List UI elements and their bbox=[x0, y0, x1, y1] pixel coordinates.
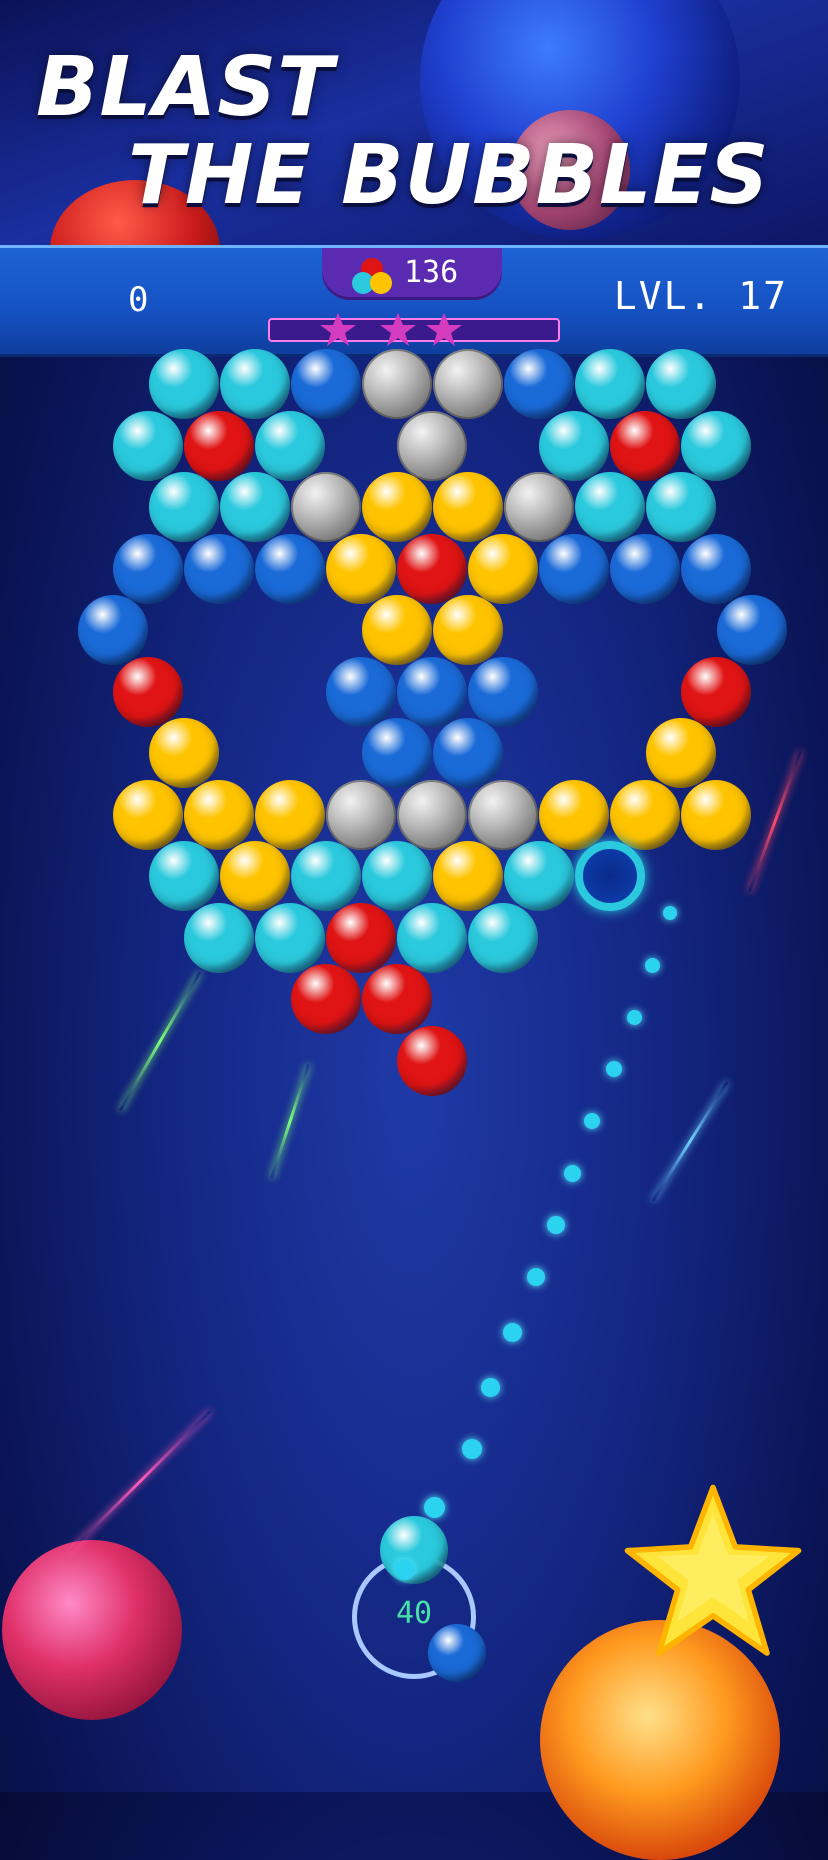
aim-dot bbox=[584, 1113, 600, 1129]
stone-bubble bbox=[468, 779, 538, 850]
yellow-bubble bbox=[468, 533, 538, 604]
blue-bubble bbox=[504, 349, 574, 419]
blue-bubble bbox=[326, 656, 396, 727]
yellow-bubble bbox=[149, 718, 219, 788]
aim-dot bbox=[547, 1216, 565, 1234]
yellow-bubble bbox=[362, 595, 432, 665]
aim-dot bbox=[502, 1322, 522, 1342]
cyan-bubble bbox=[149, 349, 219, 419]
stone-bubble bbox=[326, 779, 396, 850]
aim-dot bbox=[663, 906, 677, 920]
red-bubble bbox=[113, 656, 183, 727]
tricolor-balls-icon bbox=[352, 258, 392, 294]
aim-dot bbox=[644, 957, 660, 973]
cyan-bubble bbox=[113, 410, 183, 481]
yellow-bubble bbox=[113, 779, 183, 850]
blue-bubble bbox=[291, 349, 361, 419]
shots-left-count: 40 bbox=[395, 1596, 433, 1631]
game-hud: 0 136 LVL. 17 bbox=[0, 245, 828, 357]
yellow-bubble bbox=[433, 841, 503, 911]
cyan-bubble bbox=[681, 410, 751, 481]
headline-line-1: BLAST bbox=[36, 40, 335, 135]
aim-dot bbox=[462, 1439, 482, 1459]
blue-bubble bbox=[681, 533, 751, 604]
moves-count: 136 bbox=[404, 255, 459, 290]
stone-bubble bbox=[504, 472, 574, 542]
red-bubble bbox=[291, 964, 361, 1034]
red-bubble bbox=[326, 902, 396, 973]
yellow-bubble bbox=[184, 779, 254, 850]
blue-bubble bbox=[468, 656, 538, 727]
yellow-bubble bbox=[255, 779, 325, 850]
stone-bubble bbox=[397, 410, 467, 481]
blue-bubble bbox=[362, 718, 432, 788]
cyan-bubble bbox=[220, 472, 290, 542]
cyan-bubble bbox=[575, 349, 645, 419]
empty-slot bbox=[575, 841, 645, 911]
yellow-bubble bbox=[220, 841, 290, 911]
star-icon bbox=[380, 313, 416, 346]
stone-bubble bbox=[433, 349, 503, 419]
blue-bubble bbox=[610, 533, 680, 604]
blue-bubble bbox=[433, 718, 503, 788]
aim-dot bbox=[563, 1164, 581, 1182]
blue-bubble bbox=[717, 595, 787, 665]
yellow-bubble bbox=[681, 779, 751, 850]
red-bubble bbox=[362, 964, 432, 1034]
yellow-bubble bbox=[433, 595, 503, 665]
cyan-bubble bbox=[255, 410, 325, 481]
aim-dot bbox=[606, 1061, 622, 1077]
cyan-bubble bbox=[149, 841, 219, 911]
aim-dot bbox=[626, 1009, 642, 1025]
headline-line-2: THE BUBBLES bbox=[128, 128, 770, 223]
blue-bubble bbox=[397, 656, 467, 727]
stone-bubble bbox=[291, 472, 361, 542]
yellow-bubble bbox=[646, 718, 716, 788]
yellow-bubble bbox=[539, 779, 609, 850]
cyan-bubble bbox=[539, 410, 609, 481]
red-bubble bbox=[610, 410, 680, 481]
blue-bubble bbox=[184, 533, 254, 604]
moves-counter: 136 bbox=[322, 248, 502, 300]
blue-bubble bbox=[255, 533, 325, 604]
cyan-bubble bbox=[220, 349, 290, 419]
next-bubble[interactable] bbox=[428, 1624, 486, 1682]
level-indicator: LVL. 17 bbox=[613, 274, 788, 318]
blue-bubble bbox=[539, 533, 609, 604]
star-icon bbox=[426, 313, 462, 346]
aim-dot bbox=[480, 1377, 500, 1397]
cyan-bubble bbox=[468, 902, 538, 973]
cyan-bubble bbox=[397, 902, 467, 973]
red-bubble bbox=[681, 656, 751, 727]
blue-bubble bbox=[113, 533, 183, 604]
stone-bubble bbox=[397, 779, 467, 850]
cyan-bubble bbox=[255, 902, 325, 973]
promo-banner: BLAST THE BUBBLES bbox=[0, 0, 828, 245]
aim-dot bbox=[527, 1268, 545, 1286]
bonus-star-icon bbox=[624, 1484, 802, 1656]
yellow-bubble bbox=[326, 533, 396, 604]
star-icon bbox=[320, 313, 356, 346]
cyan-bubble bbox=[184, 902, 254, 973]
red-bubble bbox=[397, 533, 467, 604]
cyan-bubble bbox=[504, 841, 574, 911]
stone-bubble bbox=[362, 349, 432, 419]
cyan-bubble bbox=[646, 349, 716, 419]
yellow-bubble bbox=[362, 472, 432, 542]
cyan-bubble bbox=[149, 472, 219, 542]
cyan-bubble bbox=[646, 472, 716, 542]
cyan-bubble bbox=[362, 841, 432, 911]
score-value: 0 bbox=[128, 280, 149, 320]
aim-dot bbox=[393, 1558, 415, 1580]
blue-bubble bbox=[78, 595, 148, 665]
red-bubble bbox=[184, 410, 254, 481]
cyan-bubble bbox=[575, 472, 645, 542]
red-bubble bbox=[397, 1025, 467, 1096]
yellow-bubble bbox=[433, 472, 503, 542]
planet-decoration bbox=[2, 1540, 182, 1720]
cyan-bubble bbox=[291, 841, 361, 911]
aim-dot bbox=[423, 1496, 445, 1518]
yellow-bubble bbox=[610, 779, 680, 850]
